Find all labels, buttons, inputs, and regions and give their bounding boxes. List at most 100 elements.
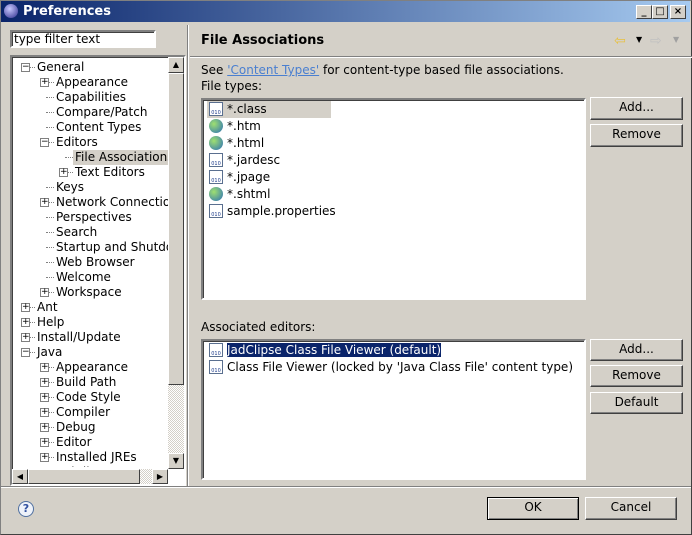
tree-item[interactable]: Search: [56, 225, 97, 240]
tree-item[interactable]: Welcome: [56, 270, 111, 285]
file-type-label: *.html: [227, 136, 265, 150]
file-type-item[interactable]: *.htm: [207, 118, 261, 135]
expand-icon[interactable]: +: [40, 378, 49, 387]
tree-item[interactable]: Appearance: [56, 75, 128, 90]
add-editor-button[interactable]: Add...: [590, 339, 683, 361]
maximize-button[interactable]: □: [652, 5, 668, 19]
scroll-up-button[interactable]: ▲: [168, 57, 184, 73]
tree-item[interactable]: Content Types: [56, 120, 141, 135]
class-file-icon: 010: [209, 102, 223, 116]
remove-editor-button[interactable]: Remove: [590, 365, 683, 387]
expand-icon[interactable]: +: [21, 303, 30, 312]
expand-icon[interactable]: +: [40, 78, 49, 87]
vertical-scrollbar-thumb[interactable]: [168, 73, 184, 385]
forward-arrow-icon[interactable]: ⇨: [650, 33, 662, 49]
tree-item[interactable]: Editors: [56, 135, 98, 150]
collapse-icon[interactable]: −: [40, 138, 49, 147]
expand-icon[interactable]: +: [21, 318, 30, 327]
associated-editors-list[interactable]: 010 JadClipse Class File Viewer (default)…: [201, 339, 586, 480]
file-type-item[interactable]: *.shtml: [207, 186, 270, 203]
editor-item[interactable]: 010 JadClipse Class File Viewer (default): [207, 342, 443, 359]
tree-item[interactable]: Ant: [37, 300, 58, 315]
expand-icon[interactable]: +: [40, 393, 49, 402]
tree-connector: [46, 127, 54, 128]
expand-icon[interactable]: +: [59, 168, 68, 177]
minimize-button[interactable]: _: [636, 5, 652, 19]
back-menu-chevron-icon[interactable]: ▼: [636, 35, 642, 44]
tree-item[interactable]: Appearance: [56, 360, 128, 375]
tree-connector: [46, 187, 54, 188]
file-type-label: sample.properties: [227, 204, 336, 218]
tree-item[interactable]: Help: [37, 315, 64, 330]
help-icon[interactable]: ?: [18, 501, 34, 517]
tree-item[interactable]: General: [37, 60, 84, 75]
file-type-label: *.shtml: [227, 187, 271, 201]
expand-icon[interactable]: +: [40, 423, 49, 432]
tree-item[interactable]: Startup and Shutdow: [56, 240, 170, 255]
tree-item[interactable]: Compiler: [56, 405, 110, 420]
expand-icon[interactable]: +: [21, 333, 30, 342]
jar-icon: 010: [209, 153, 223, 167]
editor-item[interactable]: 010 Class File Viewer (locked by 'Java Cl…: [207, 359, 573, 376]
close-button[interactable]: ×: [670, 5, 686, 19]
tree-item[interactable]: Build Path: [56, 375, 116, 390]
tree-item[interactable]: Installed JREs: [56, 450, 137, 465]
forward-menu-chevron-icon[interactable]: ▼: [673, 35, 679, 44]
preferences-tree: General − Appearance + Capabilities Compare/P…: [10, 55, 186, 486]
collapse-icon[interactable]: −: [21, 348, 30, 357]
tree-item[interactable]: Code Style: [56, 390, 121, 405]
tree-item[interactable]: File Associations: [73, 150, 170, 165]
default-editor-button[interactable]: Default: [590, 392, 683, 414]
file-types-label: File types:: [201, 79, 262, 93]
expand-icon[interactable]: +: [40, 363, 49, 372]
tree-item[interactable]: Workspace: [56, 285, 122, 300]
tree-item[interactable]: Perspectives: [56, 210, 132, 225]
sash[interactable]: [187, 25, 189, 487]
header-divider: [190, 56, 692, 58]
horizontal-scrollbar-thumb[interactable]: [28, 469, 140, 484]
scroll-down-button[interactable]: ▼: [168, 453, 184, 469]
tree-item[interactable]: Network Connection: [56, 195, 170, 210]
globe-icon: [209, 119, 223, 133]
jpage-icon: 010: [209, 170, 223, 184]
tree-item[interactable]: Text Editors: [75, 165, 145, 180]
tree-item[interactable]: Capabilities: [56, 90, 126, 105]
file-types-list[interactable]: 010 *.class *.htm *.html 010 *.jardesc 010 *.jp…: [201, 98, 586, 300]
collapse-icon[interactable]: −: [21, 63, 30, 72]
expand-icon[interactable]: +: [40, 408, 49, 417]
remove-file-type-button[interactable]: Remove: [590, 124, 683, 147]
editor-label: Class File Viewer (locked by 'Java Class…: [227, 360, 573, 374]
tree-item[interactable]: Debug: [56, 420, 95, 435]
filter-input[interactable]: [10, 30, 156, 48]
content-types-note: See 'Content Types' for content-type bas…: [201, 63, 564, 77]
back-arrow-icon[interactable]: ⇦: [614, 33, 626, 49]
tree-item[interactable]: Compare/Patch: [56, 105, 147, 120]
content-types-link[interactable]: 'Content Types': [227, 63, 319, 77]
file-type-item[interactable]: 010 *.jpage: [207, 169, 270, 186]
tree-item[interactable]: Install/Update: [37, 330, 121, 345]
ok-button[interactable]: OK: [487, 497, 579, 520]
file-type-item[interactable]: *.html: [207, 135, 264, 152]
expand-icon[interactable]: +: [40, 438, 49, 447]
file-type-item[interactable]: 010 *.class: [207, 101, 331, 118]
file-type-label: *.class: [227, 102, 267, 116]
file-type-item[interactable]: 010 sample.properties: [207, 203, 336, 220]
cancel-button[interactable]: Cancel: [585, 497, 677, 520]
tree-item[interactable]: JadClipse: [56, 465, 111, 467]
window-title: Preferences: [23, 4, 111, 19]
tree-item[interactable]: Editor: [56, 435, 92, 450]
expand-icon[interactable]: +: [40, 453, 49, 462]
associated-editors-label: Associated editors:: [201, 320, 316, 334]
tree-item[interactable]: Keys: [56, 180, 84, 195]
properties-file-icon: 010: [209, 204, 223, 218]
scroll-left-button[interactable]: ◀: [12, 469, 28, 484]
tree-item[interactable]: Java: [37, 345, 62, 360]
tree-item[interactable]: Web Browser: [56, 255, 135, 270]
add-file-type-button[interactable]: Add...: [590, 97, 683, 120]
tree-connector: [46, 277, 54, 278]
file-type-item[interactable]: 010 *.jardesc: [207, 152, 280, 169]
editor-label: JadClipse Class File Viewer (default): [225, 342, 443, 358]
expand-icon[interactable]: +: [40, 288, 49, 297]
scroll-right-button[interactable]: ▶: [152, 469, 168, 484]
expand-icon[interactable]: +: [40, 198, 49, 207]
